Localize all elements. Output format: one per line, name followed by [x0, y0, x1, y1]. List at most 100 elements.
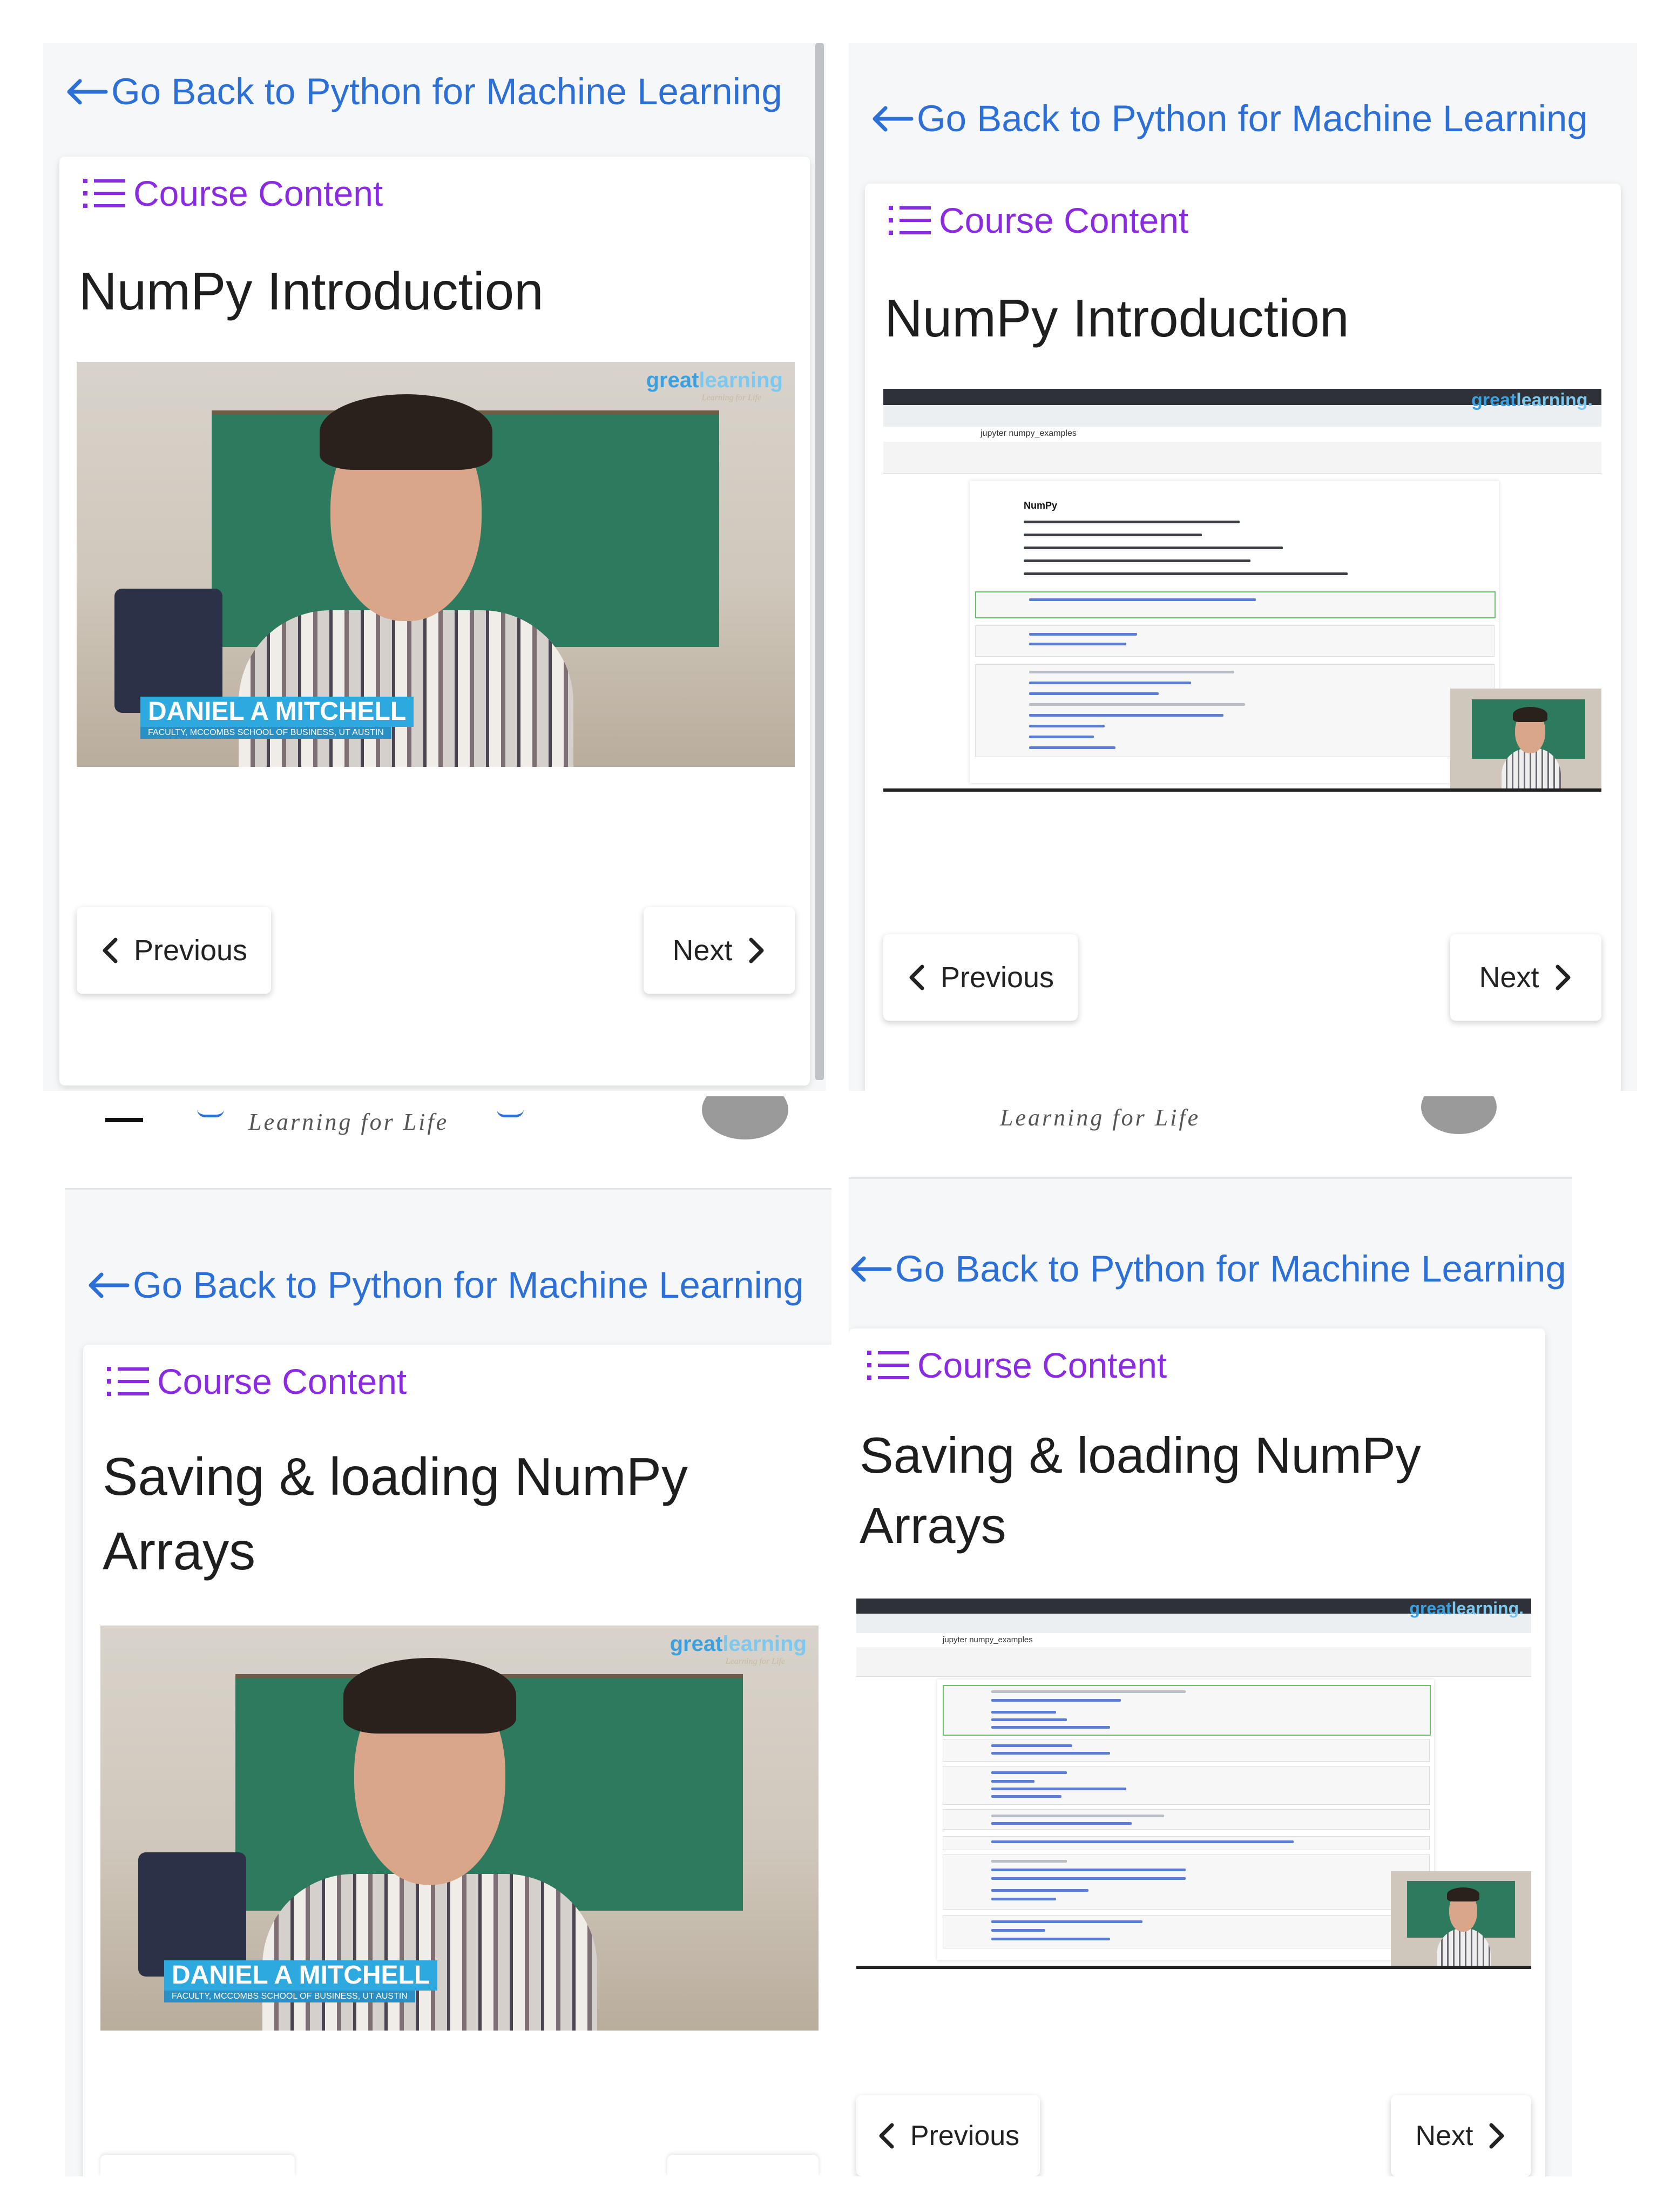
lesson-title: Saving & loading NumPy Arrays: [103, 1447, 688, 1581]
brand-logo: greatlearning: [670, 1632, 807, 1656]
next-button[interactable]: Next: [1450, 934, 1601, 1021]
chevron-left-icon: [909, 965, 924, 990]
avatar[interactable]: [1421, 1096, 1497, 1134]
lesson-card: Course Content NumPy Introduction greatl…: [59, 157, 810, 1085]
lesson-card: Course Content Saving & loading NumPy Ar…: [849, 1328, 1545, 2176]
list-icon: [889, 206, 931, 235]
menu-icon[interactable]: [105, 1118, 143, 1122]
lesson-title: Saving & loading NumPy Arrays: [860, 1427, 1421, 1554]
header-tagline: Learning for Life: [248, 1109, 449, 1135]
chevron-left-icon: [879, 2123, 894, 2149]
list-icon: [107, 1367, 149, 1396]
chair: [114, 589, 222, 713]
previous-button[interactable]: Previous: [77, 907, 271, 994]
back-link-label: Go Back to Python for Machine Learning: [917, 98, 1588, 139]
screenshot-panel-2: Go Back to Python for Machine Learning C…: [849, 43, 1637, 1091]
back-link-label: Go Back to Python for Machine Learning: [111, 71, 782, 112]
chevron-left-icon: [103, 938, 118, 963]
code-cell: [943, 1836, 1430, 1850]
course-content-label: Course Content: [917, 1345, 1167, 1385]
lesson-title: NumPy Introduction: [884, 288, 1349, 348]
brand-logo: greatlearning: [646, 368, 783, 392]
previous-label: Previous: [910, 2120, 1020, 2152]
code-cell: [975, 664, 1495, 757]
back-link[interactable]: Go Back to Python for Machine Learning: [65, 70, 782, 113]
list-icon: [867, 1351, 909, 1380]
screenshot-panel-4: Learning for Life Go Back to Python for …: [849, 1096, 1572, 2176]
jupyter-toolbar: [856, 1647, 1531, 1677]
video-player[interactable]: greatlearning Learning for Life DANIEL A…: [77, 362, 795, 767]
previous-label: Previous: [940, 961, 1054, 994]
jupyter-header: jupyter numpy_examples: [980, 429, 1077, 438]
course-content-label: Course Content: [133, 173, 383, 213]
screenshot-panel-3: Learning for Life Go Back to Python for …: [65, 1096, 831, 2176]
header-tagline: Learning for Life: [1000, 1104, 1201, 1131]
course-content-label: Course Content: [939, 200, 1189, 240]
course-content-link[interactable]: Course Content: [887, 200, 1188, 241]
lesson-card: Course Content Saving & loading NumPy Ar…: [83, 1345, 831, 2176]
chevron-right-icon: [1489, 2123, 1504, 2149]
next-button[interactable]: Next: [644, 907, 795, 994]
code-cell: [943, 1809, 1430, 1830]
code-cell: [943, 1854, 1430, 1910]
arrow-left-icon: [67, 79, 108, 104]
scrollbar[interactable]: [815, 43, 824, 1080]
course-content-link[interactable]: Course Content: [865, 1345, 1167, 1386]
speaker-name: DANIEL A MITCHELL: [164, 1960, 438, 1991]
next-button-partial[interactable]: [667, 2155, 819, 2176]
previous-button[interactable]: Previous: [856, 2095, 1040, 2176]
back-link-label: Go Back to Python for Machine Learning: [133, 1264, 804, 1306]
brand-logo-tagline: Learning for Life: [701, 393, 761, 402]
speaker-name-tag: DANIEL A MITCHELL FACULTY, MCCOMBS SCHOO…: [164, 1960, 438, 2002]
brand-logo: greatlearning.: [1471, 390, 1593, 410]
back-link[interactable]: Go Back to Python for Machine Learning: [86, 1264, 804, 1306]
chevron-right-icon: [749, 938, 764, 963]
arrow-left-icon: [89, 1272, 130, 1298]
previous-button[interactable]: Previous: [883, 934, 1078, 1021]
previous-button-partial[interactable]: [100, 2155, 295, 2176]
webcam-inset: [1391, 1871, 1531, 1966]
video-player[interactable]: greatlearning Learning for Life DANIEL A…: [100, 1626, 819, 2031]
code-cell: [975, 591, 1496, 618]
brand-logo-tagline: Learning for Life: [725, 1657, 785, 1666]
video-player[interactable]: greatlearning. jupyter numpy_examples Nu…: [883, 389, 1601, 792]
course-content-label: Course Content: [157, 1361, 407, 1401]
lesson-card: Course Content NumPy Introduction greatl…: [865, 184, 1621, 1091]
course-content-link[interactable]: Course Content: [81, 173, 383, 214]
logo-accent: [497, 1109, 524, 1117]
jupyter-toolbar: [883, 442, 1601, 474]
back-link[interactable]: Go Back to Python for Machine Learning: [849, 1247, 1566, 1290]
screenshot-panel-1: Go Back to Python for Machine Learning C…: [43, 43, 826, 1091]
chevron-right-icon: [1556, 965, 1571, 990]
lesson-title: NumPy Introduction: [79, 261, 544, 321]
avatar[interactable]: [702, 1096, 788, 1139]
next-label: Next: [672, 934, 733, 967]
speaker-affiliation: FACULTY, MCCOMBS SCHOOL OF BUSINESS, UT …: [140, 727, 391, 739]
jupyter-header: jupyter numpy_examples: [943, 1635, 1033, 1644]
speaker-affiliation: FACULTY, MCCOMBS SCHOOL OF BUSINESS, UT …: [164, 1991, 415, 2002]
chair: [138, 1852, 246, 1977]
site-header: Learning for Life: [65, 1096, 831, 1190]
list-icon: [83, 179, 125, 208]
back-link-label: Go Back to Python for Machine Learning: [895, 1248, 1566, 1290]
previous-label: Previous: [133, 934, 248, 967]
notebook-page: [937, 1680, 1434, 1960]
arrow-left-icon: [873, 106, 914, 131]
site-header: Learning for Life: [849, 1096, 1572, 1179]
next-label: Next: [1415, 2120, 1473, 2152]
speaker-name-tag: DANIEL A MITCHELL FACULTY, MCCOMBS SCHOO…: [140, 697, 414, 739]
next-label: Next: [1479, 961, 1539, 994]
video-player[interactable]: greatlearning. jupyter numpy_examples: [856, 1599, 1531, 1969]
notebook-heading: NumPy: [1024, 500, 1058, 511]
back-link[interactable]: Go Back to Python for Machine Learning: [870, 97, 1588, 140]
course-content-link[interactable]: Course Content: [105, 1361, 407, 1402]
code-cell: [943, 1739, 1430, 1762]
next-button[interactable]: Next: [1391, 2095, 1531, 2176]
notebook-page: NumPy: [970, 481, 1499, 783]
webcam-inset: [1450, 689, 1601, 788]
arrow-left-icon: [851, 1256, 892, 1282]
code-cell: [975, 625, 1495, 657]
brand-logo: greatlearning.: [1409, 1599, 1524, 1618]
speaker-name: DANIEL A MITCHELL: [140, 697, 414, 727]
logo-accent: [197, 1109, 224, 1117]
